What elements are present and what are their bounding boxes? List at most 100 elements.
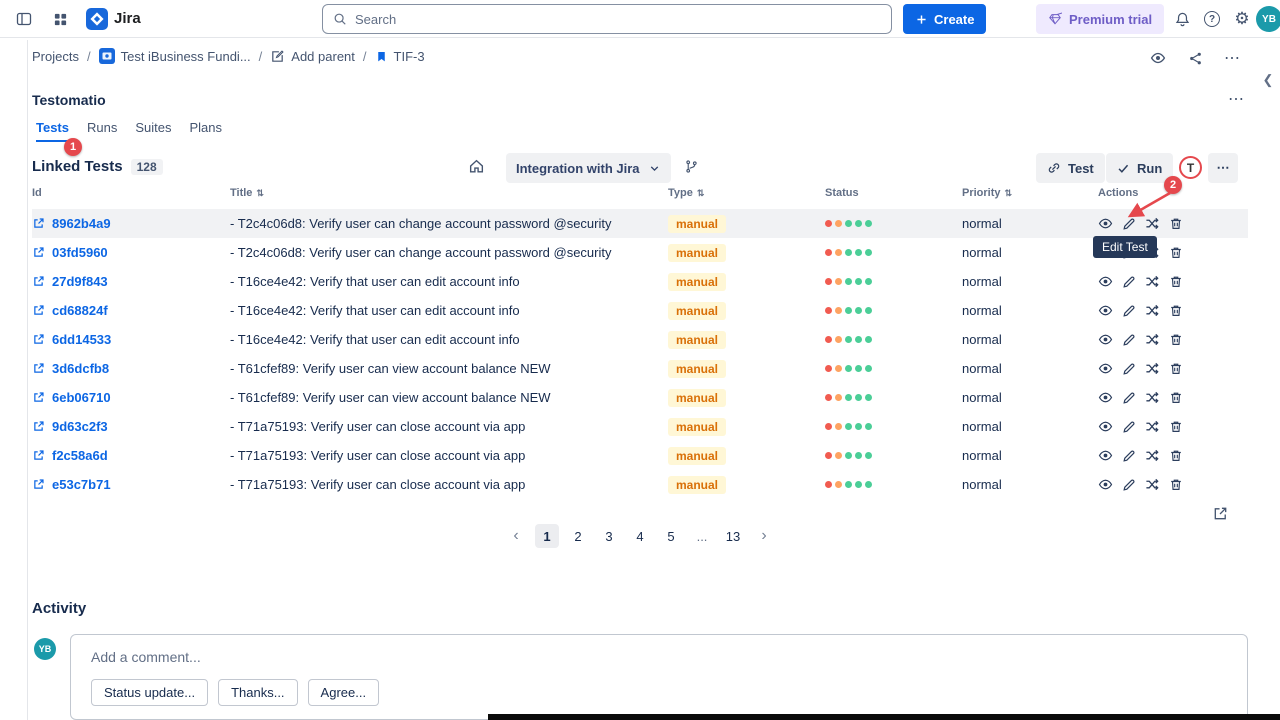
test-id-link[interactable]: 6eb06710 (52, 390, 111, 405)
run-button[interactable]: Run (1106, 153, 1173, 183)
user-avatar[interactable]: YB (1256, 6, 1280, 32)
tab-plans[interactable]: Plans (190, 120, 223, 142)
panel-more-icon[interactable]: ⋯ (1222, 88, 1250, 110)
priority-value: normal (962, 361, 1098, 376)
test-id-link[interactable]: f2c58a6d (52, 448, 108, 463)
breadcrumb-issue-key[interactable]: TIF-3 (375, 49, 425, 64)
tab-suites[interactable]: Suites (135, 120, 171, 142)
add-parent-button[interactable]: Add parent (270, 49, 355, 64)
edit-test-icon[interactable] (1122, 391, 1136, 405)
delete-test-icon[interactable] (1169, 478, 1183, 492)
sync-test-icon[interactable] (1145, 274, 1160, 289)
home-icon[interactable] (468, 158, 485, 175)
view-test-icon[interactable] (1098, 216, 1113, 231)
table-more-button[interactable]: ⋯ (1208, 153, 1238, 183)
header-priority[interactable]: Priority ⇅ (962, 187, 1098, 199)
view-test-icon[interactable] (1098, 332, 1113, 347)
more-actions-icon[interactable]: ⋯ (1216, 42, 1248, 74)
edit-test-icon[interactable] (1122, 333, 1136, 347)
delete-test-icon[interactable] (1169, 391, 1183, 405)
test-id-link[interactable]: e53c7b71 (52, 477, 111, 492)
integration-dropdown[interactable]: Integration with Jira (506, 153, 671, 183)
test-id-link[interactable]: 8962b4a9 (52, 216, 111, 231)
pagination-page-13[interactable]: 13 (721, 524, 745, 548)
delete-test-icon[interactable] (1169, 449, 1183, 463)
sync-test-icon[interactable] (1145, 419, 1160, 434)
view-test-icon[interactable] (1098, 477, 1113, 492)
sync-test-icon[interactable] (1145, 390, 1160, 405)
quick-reply-0[interactable]: Status update... (91, 679, 208, 706)
sidebar-toggle-icon[interactable] (8, 3, 40, 35)
comment-placeholder[interactable]: Add a comment... (91, 649, 201, 665)
table-row: 9d63c2f3 - T71a75193: Verify user can cl… (32, 412, 1248, 441)
pagination-page-2[interactable]: 2 (566, 524, 590, 548)
settings-gear-icon[interactable]: ⚙ (1226, 3, 1258, 35)
watch-eye-icon[interactable] (1142, 42, 1174, 74)
header-type[interactable]: Type ⇅ (668, 187, 825, 199)
pagination-page-4[interactable]: 4 (628, 524, 652, 548)
edit-test-icon[interactable] (1122, 478, 1136, 492)
sync-test-icon[interactable] (1145, 477, 1160, 492)
sync-test-icon[interactable] (1145, 361, 1160, 376)
delete-test-icon[interactable] (1169, 246, 1183, 260)
test-id-link[interactable]: 6dd14533 (52, 332, 111, 347)
view-test-icon[interactable] (1098, 303, 1113, 318)
sync-test-icon[interactable] (1145, 448, 1160, 463)
header-title[interactable]: Title ⇅ (230, 187, 668, 199)
view-test-icon[interactable] (1098, 361, 1113, 376)
tab-tests[interactable]: Tests (36, 120, 69, 142)
export-icon[interactable] (1212, 505, 1229, 522)
test-id-link[interactable]: cd68824f (52, 303, 108, 318)
edit-test-icon[interactable] (1122, 304, 1136, 318)
test-id-link[interactable]: 27d9f843 (52, 274, 108, 289)
status-dot (865, 365, 872, 372)
pagination-page-1[interactable]: 1 (535, 524, 559, 548)
collapse-panel-chevron-icon[interactable]: ❮ (1258, 70, 1278, 90)
search-input[interactable] (355, 12, 881, 27)
share-icon[interactable] (1179, 42, 1211, 74)
edit-test-icon[interactable] (1122, 275, 1136, 289)
comment-box[interactable]: Add a comment... Status update... Thanks.… (70, 634, 1248, 720)
header-id: Id (32, 187, 230, 199)
premium-trial-button[interactable]: Premium trial (1036, 4, 1164, 34)
create-button[interactable]: Create (903, 4, 986, 34)
help-icon[interactable]: ? (1196, 3, 1228, 35)
pagination-page-5[interactable]: 5 (659, 524, 683, 548)
view-test-icon[interactable] (1098, 419, 1113, 434)
notifications-bell-icon[interactable] (1166, 3, 1198, 35)
branch-icon[interactable] (684, 159, 699, 174)
breadcrumb-projects[interactable]: Projects (32, 49, 79, 64)
delete-test-icon[interactable] (1169, 304, 1183, 318)
sync-test-icon[interactable] (1145, 332, 1160, 347)
test-button[interactable]: Test (1036, 153, 1105, 183)
delete-test-icon[interactable] (1169, 333, 1183, 347)
edit-test-icon[interactable] (1122, 362, 1136, 376)
delete-test-icon[interactable] (1169, 420, 1183, 434)
sync-test-icon[interactable] (1145, 303, 1160, 318)
priority-value: normal (962, 245, 1098, 260)
delete-test-icon[interactable] (1169, 362, 1183, 376)
pagination-page-3[interactable]: 3 (597, 524, 621, 548)
quick-reply-1[interactable]: Thanks... (218, 679, 297, 706)
status-dot (845, 452, 852, 459)
view-test-icon[interactable] (1098, 448, 1113, 463)
status-dot (855, 220, 862, 227)
pagination-next[interactable]: › (752, 524, 776, 548)
edit-test-icon[interactable] (1122, 420, 1136, 434)
test-id-link[interactable]: 3d6dcfb8 (52, 361, 109, 376)
view-test-icon[interactable] (1098, 390, 1113, 405)
global-search[interactable] (322, 4, 892, 34)
delete-test-icon[interactable] (1169, 275, 1183, 289)
view-test-icon[interactable] (1098, 274, 1113, 289)
test-id-link[interactable]: 9d63c2f3 (52, 419, 108, 434)
jira-logo[interactable] (86, 8, 108, 30)
sort-icon: ⇅ (1005, 188, 1013, 199)
pagination-prev[interactable]: ‹ (504, 524, 528, 548)
breadcrumb-project[interactable]: Test iBusiness Fundi... (99, 48, 251, 64)
quick-reply-2[interactable]: Agree... (308, 679, 380, 706)
status-dot (825, 423, 832, 430)
test-id-link[interactable]: 03fd5960 (52, 245, 108, 260)
edit-test-icon[interactable] (1122, 449, 1136, 463)
tab-runs[interactable]: Runs (87, 120, 117, 142)
app-switcher-icon[interactable] (44, 3, 76, 35)
